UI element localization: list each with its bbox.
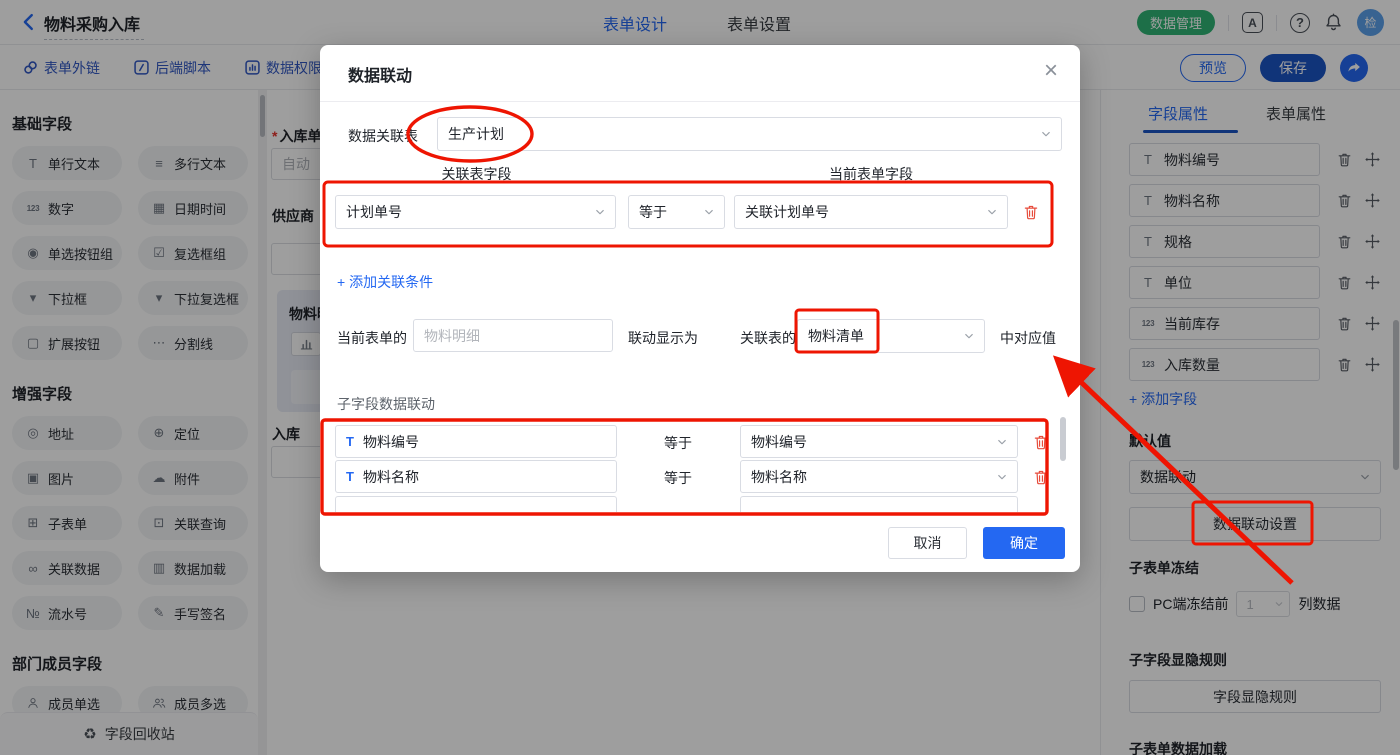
delete-subfield-icon[interactable]	[1032, 468, 1050, 486]
condition-field-select[interactable]: 计划单号	[335, 195, 616, 229]
single-line-text-icon: T	[346, 469, 354, 484]
condition-operator-select[interactable]: 等于	[628, 195, 725, 229]
subfield-row: T 物料名称 等于 物料名称	[330, 460, 1070, 494]
relation-table-select[interactable]: 生产计划	[437, 117, 1062, 151]
cancel-button[interactable]: 取消	[888, 527, 967, 559]
subfield-value-select[interactable]	[740, 496, 1018, 512]
subfield-section-title: 子字段数据联动	[337, 396, 435, 412]
subfield-box[interactable]	[335, 496, 617, 512]
column-header-right: 当前表单字段	[829, 166, 913, 182]
column-header-left: 关联表字段	[441, 166, 512, 182]
condition-current-select[interactable]: 关联计划单号	[734, 195, 1008, 229]
related-table-label: 关联表的	[740, 330, 796, 346]
chevron-down-icon	[985, 205, 999, 219]
current-form-label: 当前表单的	[337, 330, 407, 346]
modal-scrollbar-thumb[interactable]	[1060, 417, 1066, 461]
chevron-down-icon	[962, 329, 976, 343]
suffix-label: 中对应值	[1000, 330, 1056, 346]
operator-label: 等于	[664, 470, 692, 486]
single-line-text-icon: T	[346, 434, 354, 449]
delete-condition-icon[interactable]	[1022, 203, 1040, 221]
subfield-label: 物料名称	[362, 468, 419, 485]
add-condition-link[interactable]: + 添加关联条件	[337, 272, 433, 292]
subfield-label: 物料编号	[362, 433, 419, 450]
subfield-value-select[interactable]: 物料编号	[740, 425, 1018, 458]
data-linkage-modal: 数据联动 × 数据关联表 生产计划 关联表字段 当前表单字段 计划单号 等于 关…	[320, 45, 1080, 572]
relation-table-label: 数据关联表	[348, 128, 418, 144]
subfield-value-select[interactable]: 物料名称	[740, 460, 1018, 493]
modal-title: 数据联动	[348, 68, 413, 85]
subfield-box[interactable]: T 物料编号	[335, 425, 617, 458]
subfield-row-partial	[330, 496, 1070, 512]
display-as-label: 联动显示为	[628, 330, 698, 346]
operator-label: 等于	[664, 435, 692, 451]
related-table-field-select[interactable]: 物料清单	[797, 319, 985, 353]
subfield-box[interactable]: T 物料名称	[335, 460, 617, 493]
subfield-row: T 物料编号 等于 物料编号	[330, 425, 1070, 459]
divider	[320, 101, 1080, 102]
subfield-rows: T 物料编号 等于 物料编号 T 物料名称 等于 物料名称	[330, 425, 1070, 495]
current-form-field-input[interactable]: 物料明细	[413, 319, 613, 352]
delete-subfield-icon[interactable]	[1032, 433, 1050, 451]
close-icon[interactable]: ×	[1044, 55, 1058, 86]
chevron-down-icon	[1039, 127, 1053, 141]
chevron-down-icon	[593, 205, 607, 219]
ok-button[interactable]: 确定	[983, 527, 1065, 559]
chevron-down-icon	[995, 470, 1009, 484]
chevron-down-icon	[995, 435, 1009, 449]
chevron-down-icon	[702, 205, 716, 219]
